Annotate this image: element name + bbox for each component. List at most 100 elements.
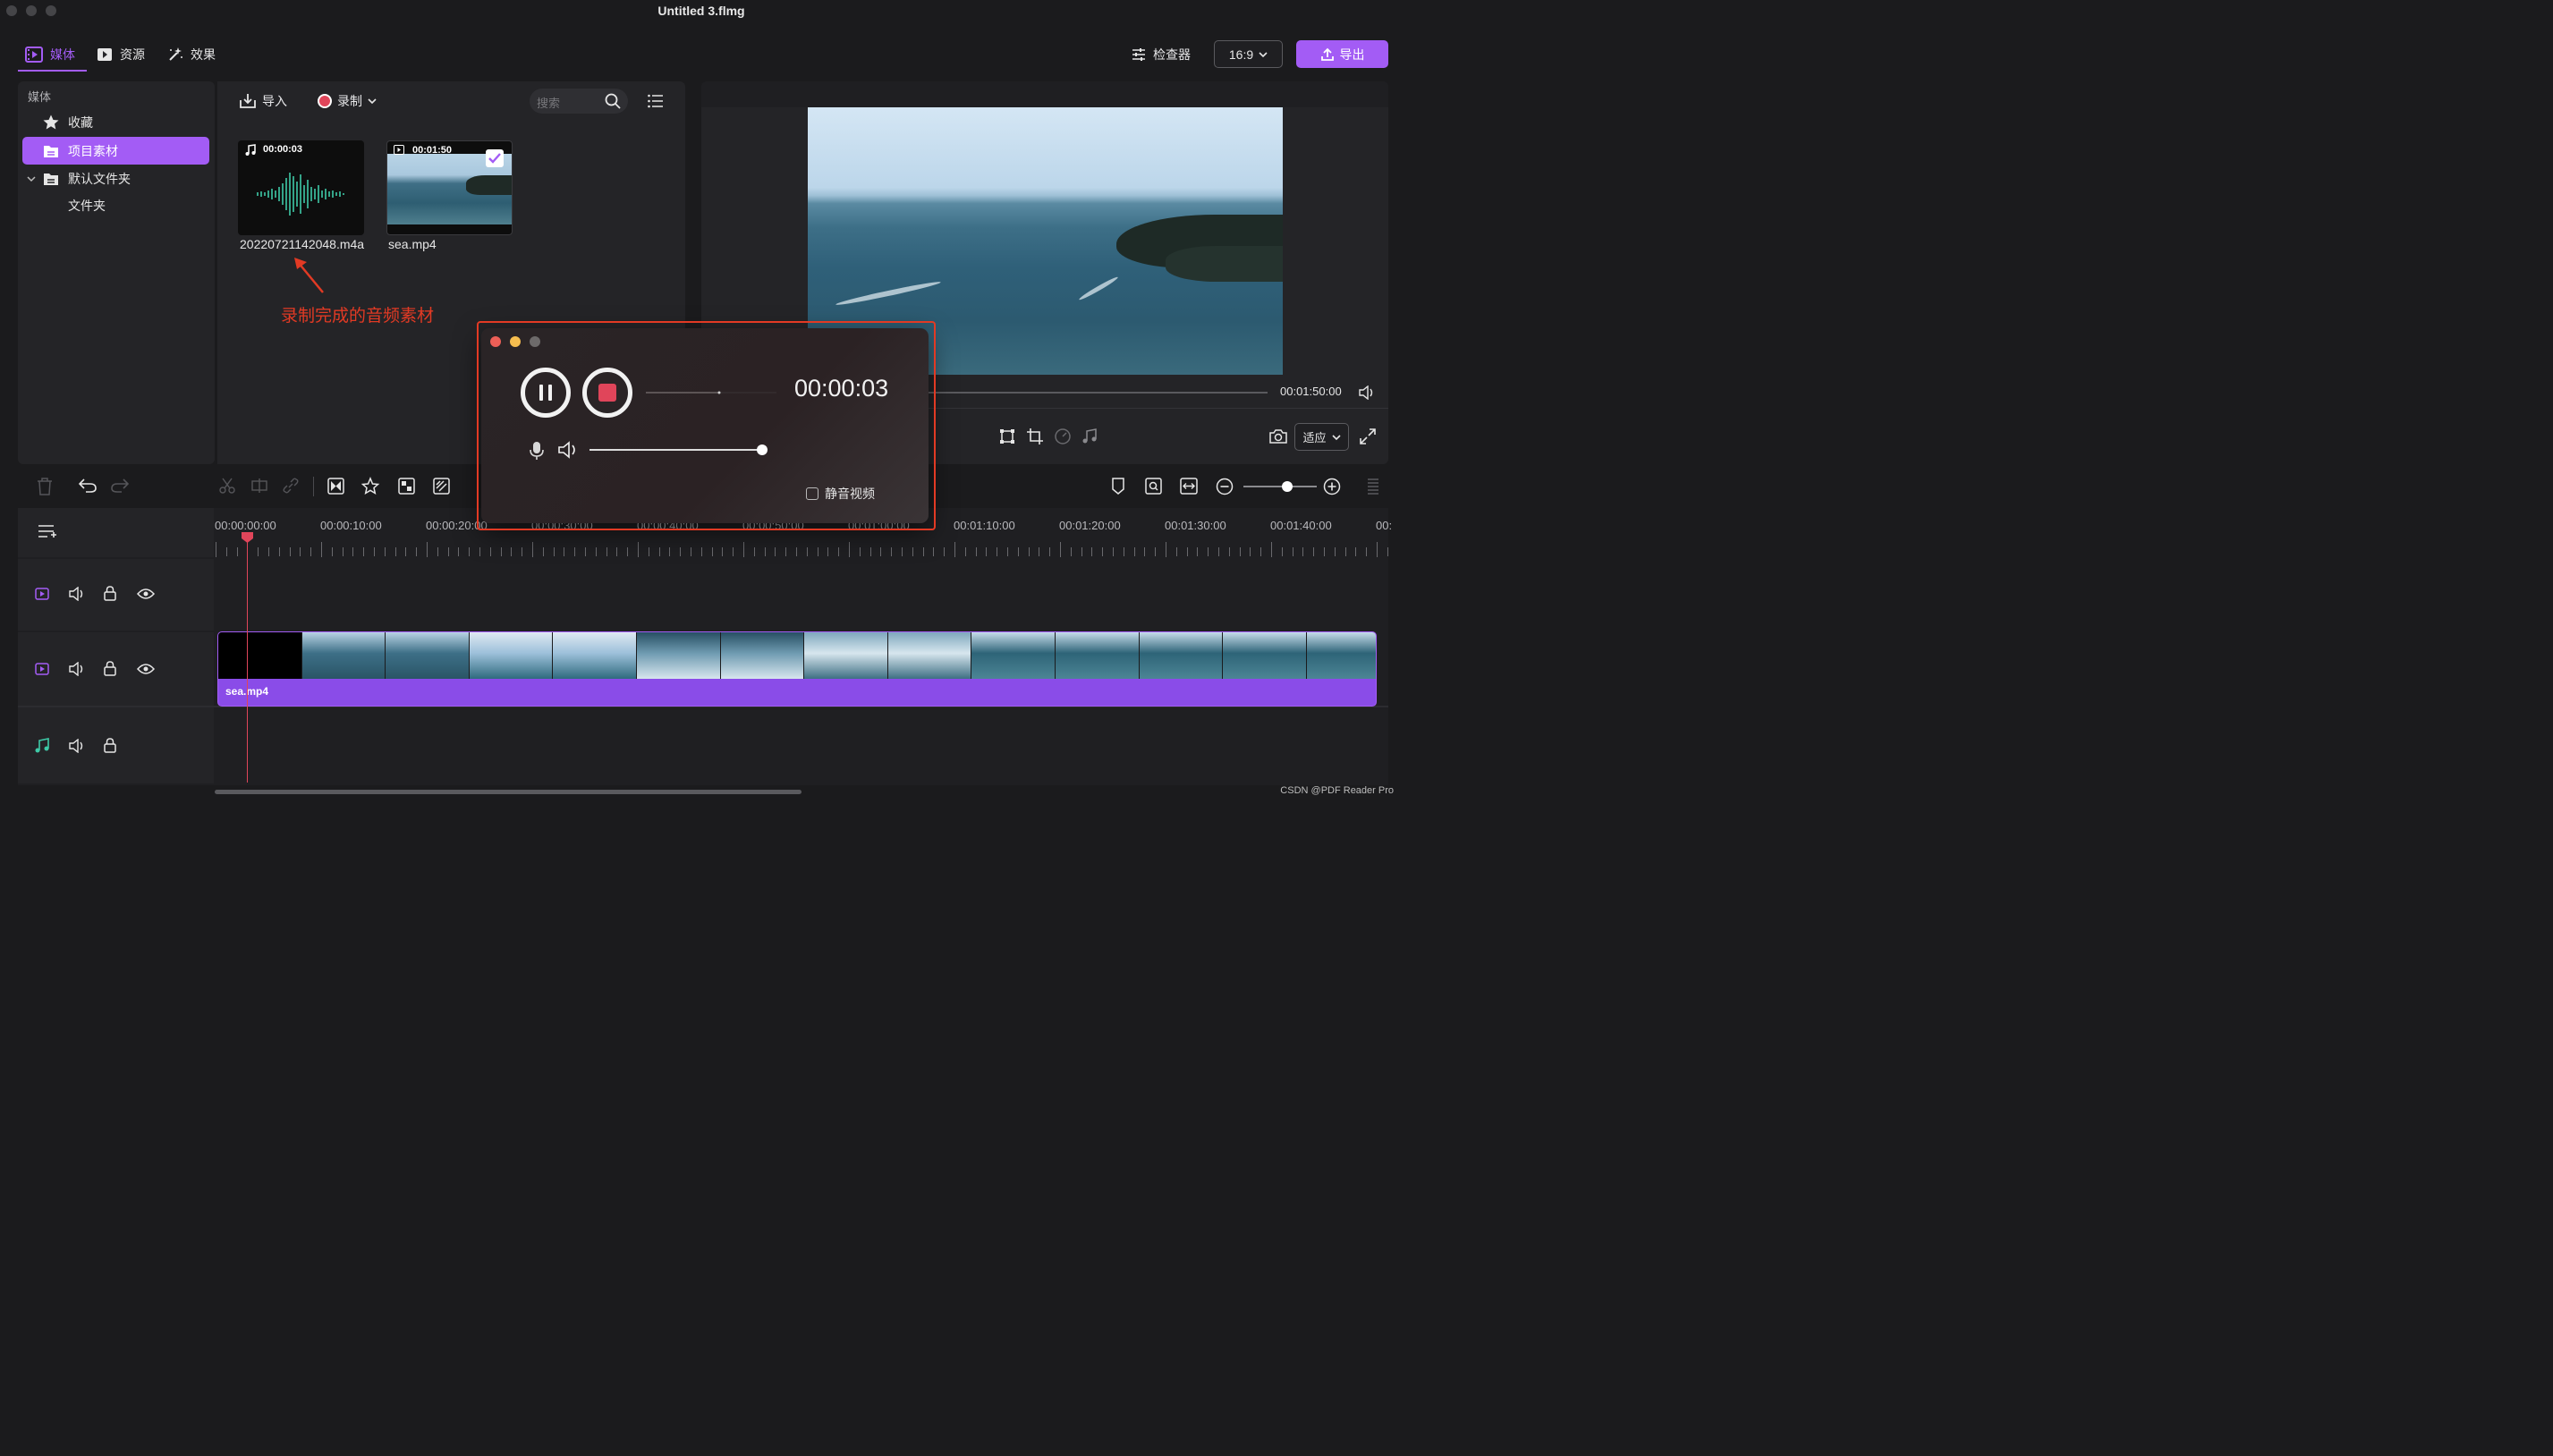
- timeline-scrollbar[interactable]: [215, 790, 802, 794]
- sidebar-item-default-folder[interactable]: 默认文件夹: [22, 165, 209, 192]
- eye-icon[interactable]: [137, 663, 155, 675]
- aspect-ratio-select[interactable]: 16:9: [1214, 40, 1283, 68]
- search-icon[interactable]: [605, 93, 621, 109]
- active-tab-underline: [18, 70, 87, 72]
- tab-media[interactable]: 媒体: [25, 45, 75, 64]
- ruler-tick: [489, 547, 491, 556]
- tab-effects-label: 效果: [191, 47, 216, 62]
- lock-icon[interactable]: [104, 661, 116, 676]
- sidebar-item-label: 文件夹: [68, 198, 106, 213]
- window-title: Untitled 3.flmg: [657, 4, 745, 18]
- ruler-tick: [922, 547, 924, 556]
- sidebar-item-project-assets[interactable]: 项目素材: [22, 137, 209, 165]
- transition-icon[interactable]: [327, 478, 344, 495]
- inspector-button[interactable]: 检查器: [1132, 45, 1191, 64]
- undo-icon[interactable]: [79, 478, 97, 493]
- search-field[interactable]: 搜索: [530, 89, 628, 114]
- ruler-tick: [532, 542, 533, 557]
- tab-resources[interactable]: 资源: [97, 45, 145, 64]
- clip-frame-thumbnail: [1306, 632, 1376, 679]
- effects-star-icon[interactable]: [361, 477, 380, 495]
- ruler-tick: [331, 547, 333, 556]
- mute-track-icon[interactable]: [69, 587, 85, 601]
- sliders-icon: [1132, 48, 1145, 61]
- chevron-down-icon: [1259, 51, 1268, 57]
- zoom-slider[interactable]: [1243, 481, 1317, 492]
- timeline-header: [18, 508, 214, 557]
- media-item-video[interactable]: 00:01:50: [386, 140, 513, 235]
- mute-track-icon[interactable]: [69, 739, 85, 753]
- timeline-clip-sea[interactable]: sea.mp4: [217, 631, 1377, 707]
- ruler-tick: [986, 547, 988, 556]
- ruler-tick: [764, 547, 766, 556]
- annotation-highlight-box: [477, 321, 936, 530]
- video-track-icon: [35, 663, 49, 675]
- media-item-audio[interactable]: 00:00:03: [238, 140, 364, 235]
- video-track-icon: [35, 588, 49, 600]
- camera-icon[interactable]: [1269, 428, 1287, 444]
- timeline-density-icon[interactable]: [1367, 478, 1379, 495]
- filter-icon[interactable]: [433, 478, 450, 495]
- ruler-tick: [827, 547, 829, 556]
- video-icon: [394, 145, 404, 155]
- fit-select[interactable]: 适应: [1294, 423, 1349, 451]
- media-duration: 00:00:03: [263, 144, 303, 155]
- lock-icon[interactable]: [104, 738, 116, 753]
- cut-icon[interactable]: [219, 478, 235, 494]
- search-placeholder: 搜索: [537, 97, 561, 110]
- import-icon: [240, 94, 256, 108]
- zoom-in-icon[interactable]: [1323, 478, 1341, 495]
- ruler-tick: [869, 547, 871, 556]
- ruler-tick: [289, 547, 291, 556]
- playhead-handle[interactable]: [241, 531, 254, 544]
- playhead-line: [247, 541, 248, 783]
- media-item-name: 20220721142048.m4a: [240, 237, 365, 251]
- tab-effects[interactable]: 效果: [167, 45, 216, 64]
- lock-icon[interactable]: [104, 586, 116, 601]
- zoom-to-fit-icon[interactable]: [1145, 478, 1162, 495]
- media-duration: 00:01:50: [412, 145, 453, 156]
- selected-checkbox[interactable]: [486, 149, 504, 167]
- marker-icon[interactable]: [1111, 478, 1125, 495]
- ruler-tick: [838, 547, 840, 556]
- import-label: 导入: [262, 94, 287, 108]
- film-icon: [25, 47, 43, 63]
- watermark: CSDN @PDF Reader Pro: [1280, 785, 1394, 796]
- chevron-down-icon[interactable]: [27, 175, 36, 182]
- pip-icon[interactable]: [398, 478, 415, 495]
- record-button[interactable]: 录制: [318, 92, 377, 110]
- link-icon[interactable]: [283, 478, 299, 494]
- zoom-slider-knob[interactable]: [1282, 481, 1293, 492]
- sidebar-item-folder[interactable]: 文件夹: [22, 191, 209, 219]
- audio-note-icon[interactable]: [1082, 428, 1097, 444]
- split-icon[interactable]: [251, 478, 267, 494]
- clip-frame-thumbnail: [1139, 632, 1224, 679]
- mute-track-icon[interactable]: [69, 662, 85, 676]
- ruler-tick: [1102, 547, 1104, 556]
- ruler-tick: [1060, 542, 1061, 557]
- zoom-out-icon[interactable]: [1216, 478, 1234, 495]
- import-button[interactable]: 导入: [239, 92, 287, 110]
- speed-icon[interactable]: [1055, 428, 1071, 444]
- aspect-ratio-value: 16:9: [1228, 47, 1254, 62]
- crop-icon[interactable]: [1027, 428, 1043, 444]
- list-view-icon[interactable]: [648, 94, 664, 108]
- ruler-tick: [1387, 547, 1388, 556]
- fit-width-icon[interactable]: [1180, 478, 1198, 495]
- transform-icon[interactable]: [999, 428, 1015, 444]
- eye-icon[interactable]: [137, 588, 155, 600]
- ruler-tick: [944, 547, 946, 556]
- sidebar-item-favorites[interactable]: 收藏: [22, 108, 209, 136]
- track-header-video-1: [18, 559, 214, 631]
- delete-icon[interactable]: [37, 478, 53, 495]
- export-button[interactable]: 导出: [1296, 40, 1388, 68]
- redo-icon[interactable]: [111, 478, 129, 493]
- ruler-tick: [975, 547, 977, 556]
- media-item-name: sea.mp4: [388, 237, 437, 251]
- volume-icon[interactable]: [1359, 385, 1375, 400]
- add-track-icon[interactable]: [38, 524, 57, 540]
- ruler-tick: [595, 547, 597, 556]
- fullscreen-icon[interactable]: [1360, 428, 1376, 444]
- ruler-tick: [1144, 547, 1146, 556]
- playback-progress-bar[interactable]: [925, 392, 1268, 394]
